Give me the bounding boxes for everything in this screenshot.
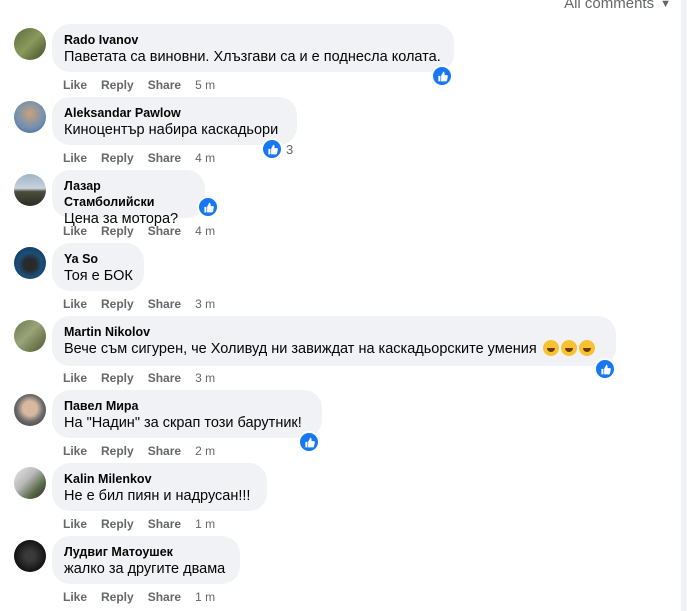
share-button[interactable]: Share bbox=[148, 78, 181, 92]
grinning-sweat-emoji-icon bbox=[542, 340, 559, 356]
like-button[interactable]: Like bbox=[63, 517, 87, 531]
reply-button[interactable]: Reply bbox=[101, 151, 134, 165]
comment-time[interactable]: 4 m bbox=[195, 151, 215, 165]
comment-author[interactable]: Rado Ivanov bbox=[64, 32, 442, 48]
comment-time[interactable]: 1 m bbox=[195, 517, 215, 531]
reaction-summary[interactable] bbox=[594, 358, 616, 380]
share-button[interactable]: Share bbox=[148, 224, 181, 238]
avatar[interactable] bbox=[14, 174, 46, 206]
comment-text-content: Вече съм сигурен, че Холивуд ни завиждат… bbox=[64, 341, 537, 357]
comment-actions: Like Reply Share 5 m bbox=[63, 78, 229, 92]
reply-button[interactable]: Reply bbox=[101, 590, 134, 604]
scrollbar[interactable] bbox=[681, 0, 687, 611]
share-button[interactable]: Share bbox=[148, 371, 181, 385]
chevron-down-icon: ▼ bbox=[660, 0, 671, 10]
reaction-count: 3 bbox=[286, 141, 294, 157]
share-button[interactable]: Share bbox=[148, 444, 181, 458]
like-button[interactable]: Like bbox=[63, 297, 87, 311]
like-button[interactable]: Like bbox=[63, 444, 87, 458]
comment-actions: Like Reply Share 1 m bbox=[63, 590, 229, 604]
like-reaction-icon bbox=[431, 65, 453, 87]
comment-actions: Like Reply Share 3 m bbox=[63, 371, 229, 385]
avatar[interactable] bbox=[14, 394, 46, 426]
comment-bubble: Лудвиг Матоушек жалко за другите двама bbox=[52, 536, 240, 584]
comment-filter[interactable]: All comments ▼ bbox=[564, 0, 671, 12]
like-button[interactable]: Like bbox=[63, 590, 87, 604]
share-button[interactable]: Share bbox=[148, 151, 181, 165]
comment-time[interactable]: 1 m bbox=[195, 590, 215, 604]
comment-text: жалко за другите двама bbox=[64, 561, 226, 577]
comment-actions: Like Reply Share 4 m bbox=[63, 224, 229, 238]
comment-text: Не е бил пиян и надрусан!!! bbox=[64, 488, 251, 504]
avatar[interactable] bbox=[14, 540, 46, 572]
like-button[interactable]: Like bbox=[63, 224, 87, 238]
comment-bubble: Rado Ivanov Паветата са виновни. Хлъзгав… bbox=[52, 24, 454, 72]
comment-time[interactable]: 2 m bbox=[195, 444, 215, 458]
like-button[interactable]: Like bbox=[63, 371, 87, 385]
comment-author[interactable]: Лазар Стамболийски bbox=[64, 178, 193, 210]
like-reaction-icon bbox=[261, 138, 283, 160]
comment-bubble: Kalin Milenkov Не е бил пиян и надрусан!… bbox=[52, 463, 267, 511]
comment-text: Тоя е БОК bbox=[64, 268, 133, 284]
share-button[interactable]: Share bbox=[148, 297, 181, 311]
like-reaction-icon bbox=[298, 431, 320, 453]
like-button[interactable]: Like bbox=[63, 78, 87, 92]
comment-bubble: Ya So Тоя е БОК bbox=[52, 243, 144, 291]
like-reaction-icon bbox=[197, 196, 219, 218]
comment-author[interactable]: Ya So bbox=[64, 251, 132, 267]
reaction-summary[interactable] bbox=[431, 65, 453, 87]
comment-author[interactable]: Kalin Milenkov bbox=[64, 471, 255, 487]
reply-button[interactable]: Reply bbox=[101, 78, 134, 92]
comment-text: На "Надин" за скрап този барутник! bbox=[64, 415, 302, 431]
like-button[interactable]: Like bbox=[63, 151, 87, 165]
reply-button[interactable]: Reply bbox=[101, 517, 134, 531]
comment-bubble: Martin Nikolov Вече съм сигурен, че Холи… bbox=[52, 316, 616, 366]
reply-button[interactable]: Reply bbox=[101, 224, 134, 238]
comment-time[interactable]: 5 m bbox=[195, 78, 215, 92]
reaction-summary[interactable]: 3 bbox=[261, 138, 293, 160]
rolling-laughing-emoji-icon bbox=[560, 340, 577, 356]
comment-time[interactable]: 3 m bbox=[195, 371, 215, 385]
avatar[interactable] bbox=[14, 467, 46, 499]
avatar[interactable] bbox=[14, 320, 46, 352]
share-button[interactable]: Share bbox=[148, 590, 181, 604]
avatar[interactable] bbox=[14, 247, 46, 279]
avatar[interactable] bbox=[14, 28, 46, 60]
reply-button[interactable]: Reply bbox=[101, 371, 134, 385]
grinning-emoji-icon bbox=[578, 340, 595, 356]
comment-text: Вече съм сигурен, че Холивуд ни завиждат… bbox=[64, 340, 604, 359]
comment-text: Киноцентър набира каскадьори bbox=[64, 122, 279, 138]
comment-author[interactable]: Павел Мира bbox=[64, 398, 310, 414]
comment-actions: Like Reply Share 2 m bbox=[63, 444, 229, 458]
comment-actions: Like Reply Share 4 m bbox=[63, 151, 229, 165]
reaction-summary[interactable] bbox=[197, 196, 219, 218]
reply-button[interactable]: Reply bbox=[101, 297, 134, 311]
share-button[interactable]: Share bbox=[148, 517, 181, 531]
comment-actions: Like Reply Share 1 m bbox=[63, 517, 229, 531]
reaction-summary[interactable] bbox=[298, 431, 320, 453]
comment-time[interactable]: 4 m bbox=[195, 224, 215, 238]
comment-bubble: Павел Мира На "Надин" за скрап този бару… bbox=[52, 390, 322, 438]
comment-filter-label: All comments bbox=[564, 0, 655, 12]
avatar[interactable] bbox=[14, 101, 46, 133]
like-reaction-icon bbox=[594, 358, 616, 380]
comment-time[interactable]: 3 m bbox=[195, 297, 215, 311]
comment-text: Паветата са виновни. Хлъзгави са и е под… bbox=[64, 49, 441, 65]
reply-button[interactable]: Reply bbox=[101, 444, 134, 458]
comment-bubble: Лазар Стамболийски Цена за мотора? bbox=[52, 170, 205, 227]
comment-author[interactable]: Лудвиг Матоушек bbox=[64, 544, 228, 560]
comment-author[interactable]: Aleksandar Pawlow bbox=[64, 105, 285, 121]
comment-actions: Like Reply Share 3 m bbox=[63, 297, 229, 311]
comment-author[interactable]: Martin Nikolov bbox=[64, 324, 604, 340]
